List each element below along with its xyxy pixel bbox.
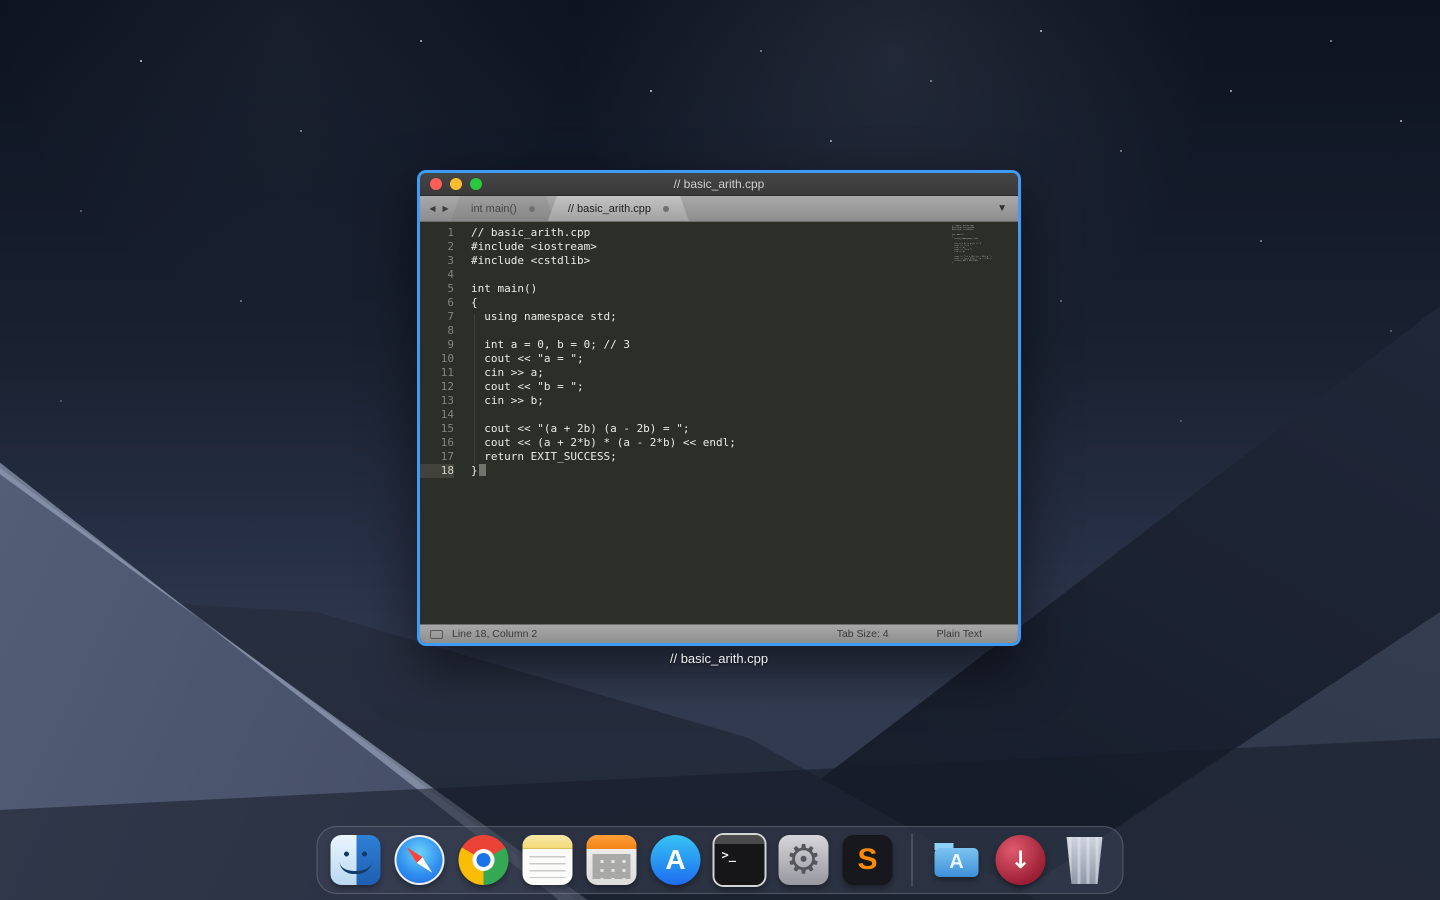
line-number: 4 bbox=[420, 268, 454, 282]
modified-dot-icon bbox=[663, 206, 669, 212]
forward-arrow-icon[interactable]: ▶ bbox=[443, 204, 449, 213]
indent-guide bbox=[474, 314, 475, 464]
status-bar: Line 18, Column 2 Tab Size: 4 Plain Text bbox=[420, 624, 1018, 643]
code-line: 10 cout << "a = "; bbox=[420, 352, 1018, 366]
editor-tab[interactable]: // basic_arith.cpp bbox=[548, 196, 689, 221]
app-store-icon[interactable] bbox=[651, 835, 701, 885]
code-line: 7 using namespace std; bbox=[420, 310, 1018, 324]
dock-separator bbox=[912, 834, 913, 886]
line-number: 17 bbox=[420, 450, 454, 464]
line-number: 16 bbox=[420, 436, 454, 450]
back-arrow-icon[interactable]: ◀ bbox=[429, 204, 435, 213]
line-number: 9 bbox=[420, 338, 454, 352]
modified-dot-icon bbox=[529, 206, 535, 212]
tab-overflow-icon[interactable]: ▼ bbox=[997, 196, 1018, 221]
notes-icon[interactable] bbox=[523, 835, 573, 885]
syntax-button[interactable]: Plain Text bbox=[937, 628, 982, 640]
tab-label: int main() bbox=[471, 203, 517, 215]
title-bar[interactable]: // basic_arith.cpp bbox=[420, 173, 1018, 196]
status-right: Tab Size: 4 Plain Text bbox=[837, 628, 1008, 640]
calculator-icon[interactable] bbox=[587, 835, 637, 885]
line-number: 1 bbox=[420, 226, 454, 240]
status-panel-icon[interactable] bbox=[430, 630, 443, 639]
chrome-icon[interactable] bbox=[459, 835, 509, 885]
cursor-position: Line 18, Column 2 bbox=[452, 628, 537, 640]
zoom-button[interactable] bbox=[470, 178, 482, 190]
sublime-text-icon[interactable] bbox=[843, 835, 893, 885]
system-preferences-icon[interactable] bbox=[779, 835, 829, 885]
safari-icon[interactable] bbox=[395, 835, 445, 885]
line-number: 12 bbox=[420, 380, 454, 394]
trash-icon[interactable] bbox=[1060, 835, 1110, 885]
desktop: // basic_arith.cpp ◀ ▶ int main() // basi… bbox=[0, 0, 1440, 900]
code-text bbox=[454, 324, 471, 338]
code-text: #include <iostream> bbox=[454, 240, 597, 254]
tab-strip-tabs: int main() // basic_arith.cpp bbox=[458, 196, 689, 221]
code-line: 9 int a = 0, b = 0; // 3 bbox=[420, 338, 1018, 352]
line-number: 10 bbox=[420, 352, 454, 366]
red-circle-app-icon[interactable] bbox=[996, 835, 1046, 885]
tab-size-button[interactable]: Tab Size: 4 bbox=[837, 628, 889, 640]
code-text: cin >> a; bbox=[454, 366, 544, 380]
code-text: // basic_arith.cpp bbox=[454, 226, 590, 240]
code-line: 11 cin >> a; bbox=[420, 366, 1018, 380]
code-line: 8 bbox=[420, 324, 1018, 338]
traffic-lights bbox=[430, 178, 482, 190]
line-number: 7 bbox=[420, 310, 454, 324]
code-text: int main() bbox=[454, 282, 537, 296]
stars bbox=[0, 0, 2, 2]
dock bbox=[317, 826, 1124, 894]
code-text bbox=[454, 268, 471, 282]
text-cursor bbox=[479, 464, 486, 476]
window-title: // basic_arith.cpp bbox=[420, 177, 1018, 191]
line-number: 11 bbox=[420, 366, 454, 380]
minimap[interactable]: // basic_arith.cpp #include <iostream> #… bbox=[952, 225, 992, 269]
minimize-button[interactable] bbox=[450, 178, 462, 190]
tab-nav: ◀ ▶ bbox=[420, 196, 458, 221]
code-text: } bbox=[454, 464, 486, 478]
code-line: 2#include <iostream> bbox=[420, 240, 1018, 254]
code-line: 15 cout << "(a + 2b) (a - 2b) = "; bbox=[420, 422, 1018, 436]
code-line: 3#include <cstdlib> bbox=[420, 254, 1018, 268]
code-line: 14 bbox=[420, 408, 1018, 422]
code-line: 13 cin >> b; bbox=[420, 394, 1018, 408]
line-number: 14 bbox=[420, 408, 454, 422]
line-number: 8 bbox=[420, 324, 454, 338]
applications-folder-icon[interactable] bbox=[932, 835, 982, 885]
code-line: 6{ bbox=[420, 296, 1018, 310]
code-text: #include <cstdlib> bbox=[454, 254, 590, 268]
line-number: 3 bbox=[420, 254, 454, 268]
code-editor[interactable]: 1// basic_arith.cpp2#include <iostream>3… bbox=[420, 222, 1018, 624]
line-number: 18 bbox=[420, 464, 454, 478]
code-line: 12 cout << "b = "; bbox=[420, 380, 1018, 394]
code-line: 17 return EXIT_SUCCESS; bbox=[420, 450, 1018, 464]
code-line: 5int main() bbox=[420, 282, 1018, 296]
code-text: cin >> b; bbox=[454, 394, 544, 408]
editor-window: // basic_arith.cpp ◀ ▶ int main() // basi… bbox=[417, 170, 1021, 646]
line-number: 6 bbox=[420, 296, 454, 310]
code-lines: 1// basic_arith.cpp2#include <iostream>3… bbox=[420, 226, 1018, 478]
code-text: { bbox=[454, 296, 478, 310]
tab-strip: ◀ ▶ int main() // basic_arith.cpp ▼ bbox=[420, 196, 1018, 222]
code-line: 1// basic_arith.cpp bbox=[420, 226, 1018, 240]
file-caption: // basic_arith.cpp bbox=[417, 651, 1021, 666]
code-text: return EXIT_SUCCESS; bbox=[454, 450, 617, 464]
code-text: using namespace std; bbox=[454, 310, 617, 324]
code-line: 18} bbox=[420, 464, 1018, 478]
line-number: 2 bbox=[420, 240, 454, 254]
code-line: 4 bbox=[420, 268, 1018, 282]
code-line: 16 cout << (a + 2*b) * (a - 2*b) << endl… bbox=[420, 436, 1018, 450]
close-button[interactable] bbox=[430, 178, 442, 190]
finder-icon[interactable] bbox=[331, 835, 381, 885]
code-text bbox=[454, 408, 471, 422]
editor-tab[interactable]: int main() bbox=[451, 196, 555, 221]
line-number: 5 bbox=[420, 282, 454, 296]
terminal-icon[interactable] bbox=[715, 835, 765, 885]
line-number: 13 bbox=[420, 394, 454, 408]
code-text: cout << "(a + 2b) (a - 2b) = "; bbox=[454, 422, 690, 436]
code-text: int a = 0, b = 0; // 3 bbox=[454, 338, 630, 352]
tab-label: // basic_arith.cpp bbox=[568, 203, 651, 215]
line-number: 15 bbox=[420, 422, 454, 436]
code-text: cout << (a + 2*b) * (a - 2*b) << endl; bbox=[454, 436, 736, 450]
